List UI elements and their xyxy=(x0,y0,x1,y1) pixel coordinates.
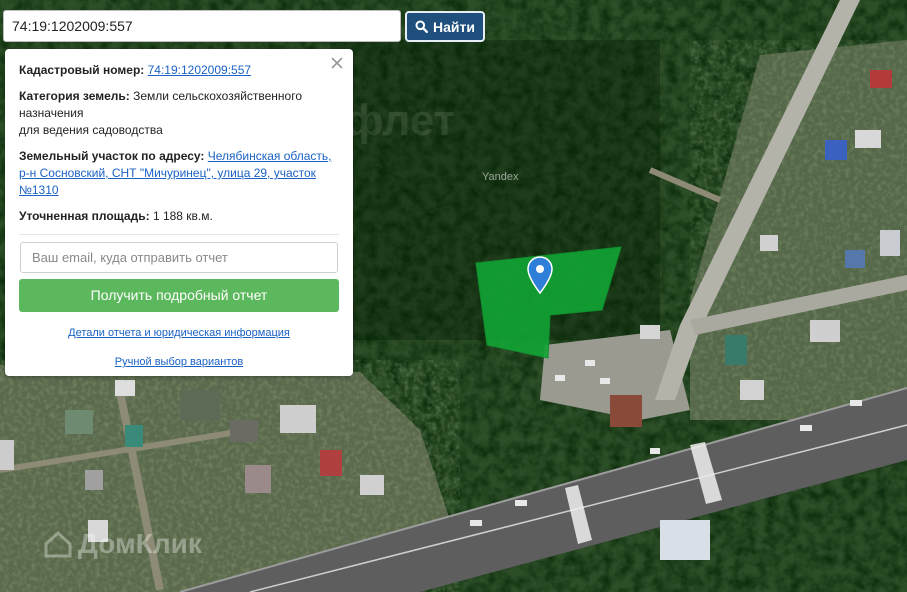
map-provider-label: Yandex xyxy=(482,171,519,183)
report-details-link[interactable]: Детали отчета и юридическая информация xyxy=(68,327,290,339)
search-button-label: Найти xyxy=(433,18,475,35)
house-logo-icon xyxy=(44,530,72,558)
search-button[interactable]: Найти xyxy=(405,11,485,42)
cadastral-number-link[interactable]: 74:19:1202009:557 xyxy=(148,63,251,77)
address-row: Земельный участок по адресу: Челябинская… xyxy=(19,148,339,199)
area-value: 1 188 кв.м. xyxy=(152,209,213,223)
close-icon[interactable] xyxy=(330,56,344,75)
cadastral-search-input[interactable] xyxy=(3,10,401,42)
get-report-button[interactable]: Получить подробный отчет xyxy=(19,279,339,312)
email-field[interactable] xyxy=(20,242,338,273)
map-watermark-text: флет xyxy=(345,96,456,145)
area-row: Уточненная площадь: 1 188 кв.м. xyxy=(19,208,339,225)
land-category-row: Категория земель: Земли сельскохозяйстве… xyxy=(19,88,339,139)
divider xyxy=(19,234,339,235)
address-label: Земельный участок по адресу: xyxy=(19,149,205,163)
cadastral-number-label: Кадастровый номер: xyxy=(19,63,145,77)
land-category-label: Категория земель: xyxy=(19,89,130,103)
manual-selection-link[interactable]: Ручной выбор вариантов xyxy=(115,356,243,368)
area-label: Уточненная площадь: xyxy=(19,209,150,223)
land-use-value: для ведения садоводства xyxy=(19,123,163,137)
cadastral-number-row: Кадастровый номер: 74:19:1202009:557 xyxy=(19,62,339,79)
parcel-info-panel: Кадастровый номер: 74:19:1202009:557 Кат… xyxy=(5,49,353,376)
domclick-watermark: ДомКлик xyxy=(42,528,202,560)
map-pin-icon[interactable] xyxy=(527,256,553,294)
search-icon xyxy=(415,20,429,33)
domclick-logo-text: ДомКлик xyxy=(78,528,202,559)
